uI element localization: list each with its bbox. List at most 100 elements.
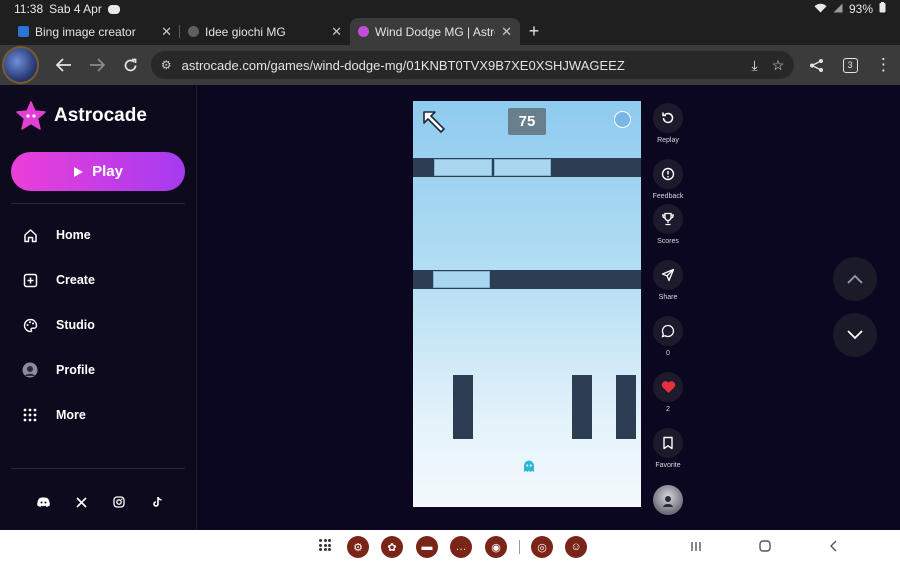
home-icon xyxy=(22,227,38,243)
camera-app-icon[interactable]: ◉ xyxy=(485,536,507,558)
status-time: 11:38 xyxy=(14,2,44,16)
replay-icon xyxy=(653,103,683,133)
address-bar[interactable]: ⚙ astrocade.com/games/wind-dodge-mg/01KN… xyxy=(150,51,795,79)
scroll-up-button[interactable] xyxy=(833,257,877,301)
chevron-down-icon xyxy=(847,330,863,340)
comment-icon xyxy=(653,316,683,346)
settings-app-icon[interactable]: ⚙ xyxy=(347,536,369,558)
nav-label: Profile xyxy=(56,363,95,377)
wall-gap xyxy=(433,271,490,288)
browser-toolbar: ⚙ astrocade.com/games/wind-dodge-mg/01KN… xyxy=(0,45,900,85)
pause-icon[interactable] xyxy=(614,111,631,128)
recents-button[interactable] xyxy=(690,539,702,555)
discord-app-icon[interactable]: ☺ xyxy=(565,536,587,558)
play-button[interactable]: Play xyxy=(11,152,185,191)
pillar-obstacle xyxy=(572,375,592,439)
tab-label: Idee giochi MG xyxy=(205,24,286,39)
bing-favicon-icon xyxy=(18,26,29,37)
site-settings-icon[interactable]: ⚙ xyxy=(161,58,172,72)
brand-name: Astrocade xyxy=(54,105,147,126)
creator-avatar[interactable] xyxy=(651,485,685,515)
gallery-app-icon[interactable]: ✿ xyxy=(381,536,403,558)
messages-app-icon[interactable]: … xyxy=(450,536,472,558)
back-button[interactable] xyxy=(47,48,80,82)
nav-more[interactable]: More xyxy=(22,407,86,423)
favorite-button[interactable]: Favorite xyxy=(651,428,685,469)
tab-wind-dodge[interactable]: Wind Dodge MG | Astroca ✕ xyxy=(350,18,520,45)
home-button[interactable] xyxy=(759,539,771,555)
new-tab-button[interactable]: + xyxy=(520,18,548,45)
feedback-button[interactable]: Feedback xyxy=(651,159,685,200)
play-label: Play xyxy=(92,163,123,180)
game-canvas[interactable]: 75 xyxy=(413,101,641,507)
share-icon xyxy=(653,260,683,290)
grid-dots-icon xyxy=(22,407,38,423)
action-label: Feedback xyxy=(652,193,684,200)
social-links xyxy=(36,495,164,509)
like-button[interactable]: 2 xyxy=(651,372,685,413)
divider xyxy=(11,468,185,469)
action-label: Favorite xyxy=(655,462,681,469)
main-content: 75 Replay Feedback Scores Share 0 2 Favo… xyxy=(198,85,900,530)
files-app-icon[interactable]: ▬ xyxy=(416,536,438,558)
x-icon[interactable] xyxy=(74,495,88,509)
close-tab-icon[interactable]: ✕ xyxy=(161,24,172,40)
trophy-icon xyxy=(653,204,683,234)
app-drawer-icon[interactable] xyxy=(319,539,331,551)
wind-arrow-icon xyxy=(423,111,445,133)
status-bar: 11:38 Sab 4 Apr 93% xyxy=(0,0,900,18)
action-label: Scores xyxy=(657,238,679,245)
like-count: 2 xyxy=(666,406,670,413)
nav-profile[interactable]: Profile xyxy=(22,362,95,378)
scroll-down-button[interactable] xyxy=(833,313,877,357)
astrocade-star-icon xyxy=(16,101,46,130)
share-page-button[interactable] xyxy=(800,48,833,82)
instagram-icon[interactable] xyxy=(112,495,126,509)
bookmark-star-icon[interactable]: ☆ xyxy=(772,57,785,74)
nav-label: Create xyxy=(56,273,95,287)
replay-button[interactable]: Replay xyxy=(651,103,685,144)
tab-count: 3 xyxy=(842,57,858,73)
scores-button[interactable]: Scores xyxy=(651,204,685,245)
tab-label: Wind Dodge MG | Astroca xyxy=(375,24,495,39)
creator-avatar-icon xyxy=(653,485,683,515)
profile-avatar[interactable] xyxy=(2,46,40,84)
instagram-app-icon[interactable]: ◎ xyxy=(531,536,553,558)
download-page-icon[interactable]: ⤓ xyxy=(752,57,758,74)
system-back-button[interactable] xyxy=(829,539,837,555)
wall-gap xyxy=(434,159,492,176)
pillar-obstacle xyxy=(616,375,636,439)
nav-create[interactable]: Create xyxy=(22,272,95,288)
tab-idee-giochi[interactable]: Idee giochi MG ✕ xyxy=(180,18,350,45)
tab-label: Bing image creator xyxy=(35,24,136,39)
player-character-icon xyxy=(524,460,534,472)
avatar-icon xyxy=(22,362,38,378)
forward-button[interactable] xyxy=(80,48,113,82)
discord-icon[interactable] xyxy=(36,495,50,509)
brand-logo[interactable]: Astrocade xyxy=(16,101,147,131)
action-label: Replay xyxy=(657,137,679,144)
pillar-obstacle xyxy=(453,375,473,439)
heart-icon xyxy=(653,372,683,402)
nav-label: More xyxy=(56,408,86,422)
close-tab-icon[interactable]: ✕ xyxy=(331,24,342,40)
signal-icon xyxy=(833,2,843,16)
battery-percent: 93% xyxy=(848,2,873,16)
idee-favicon-icon xyxy=(188,26,199,37)
palette-icon xyxy=(22,317,38,333)
astrocade-favicon-icon xyxy=(358,26,369,37)
reload-button[interactable] xyxy=(114,48,147,82)
nav-studio[interactable]: Studio xyxy=(22,317,95,333)
nav-home[interactable]: Home xyxy=(22,227,91,243)
overflow-menu-button[interactable]: ⋮ xyxy=(867,48,900,82)
wifi-icon xyxy=(814,2,827,16)
action-label: Share xyxy=(658,294,678,301)
tab-bing-image-creator[interactable]: Bing image creator ✕ xyxy=(10,18,180,45)
comments-button[interactable]: 0 xyxy=(651,316,685,357)
comment-count: 0 xyxy=(666,350,670,357)
close-tab-icon[interactable]: ✕ xyxy=(501,24,512,40)
tab-switcher-button[interactable]: 3 xyxy=(834,48,867,82)
battery-icon xyxy=(879,2,886,16)
tiktok-icon[interactable] xyxy=(150,495,164,509)
share-button[interactable]: Share xyxy=(651,260,685,301)
